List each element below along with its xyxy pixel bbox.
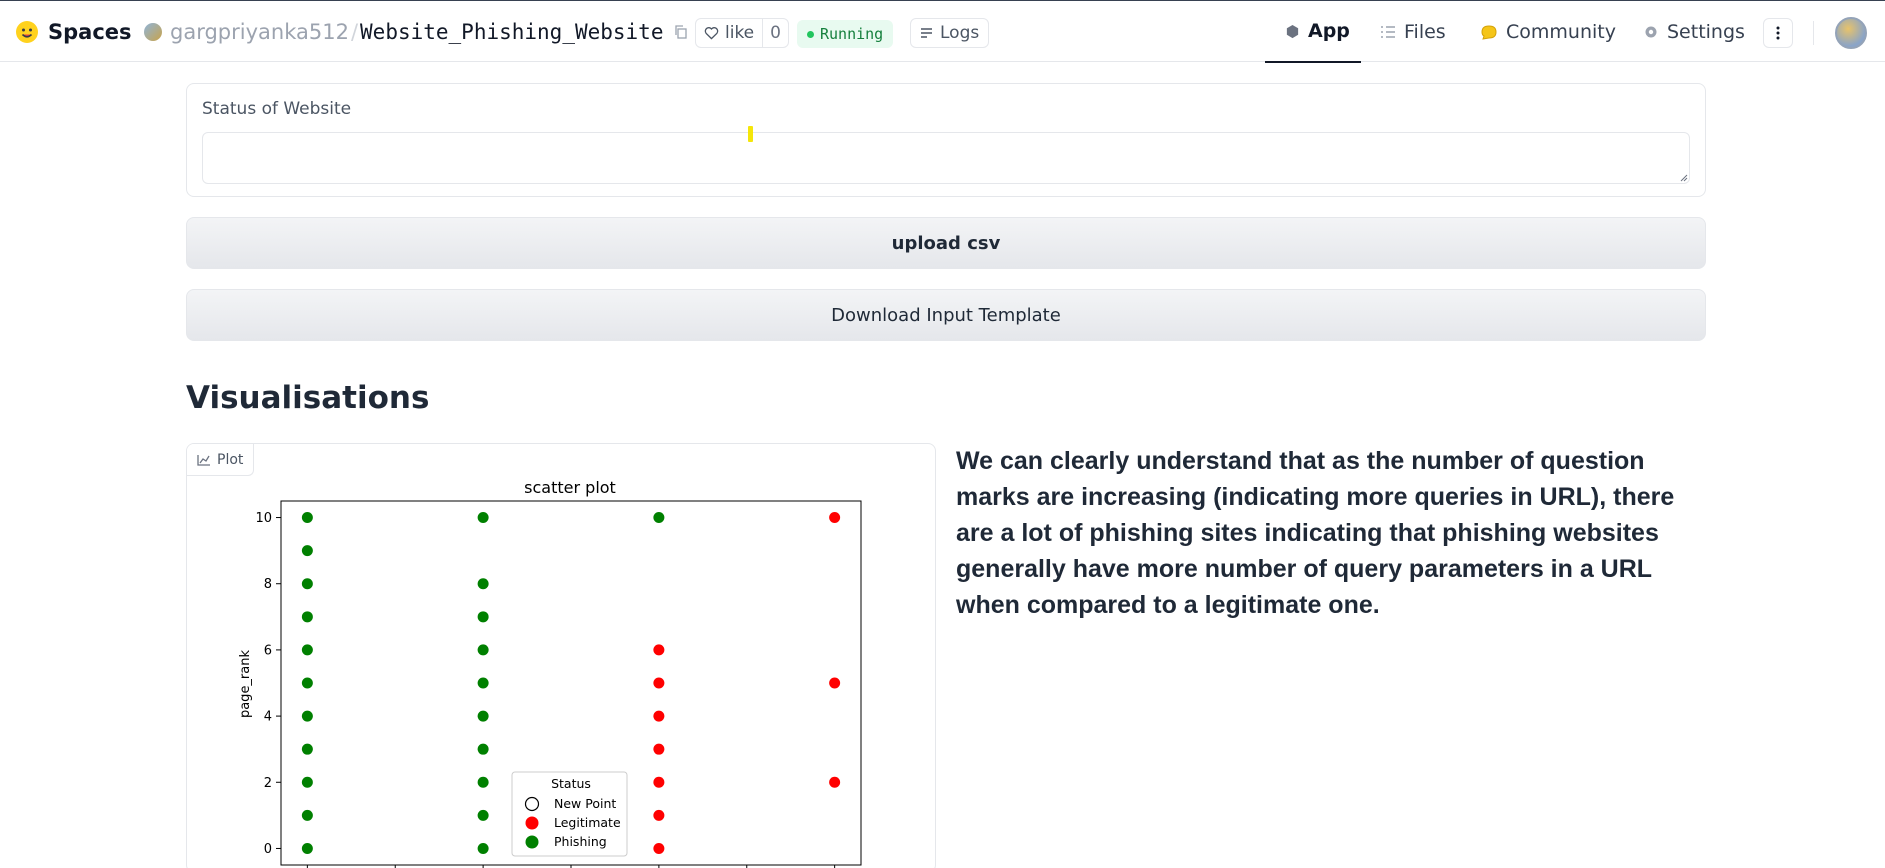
phishing-point <box>653 512 665 524</box>
phishing-point <box>301 776 313 788</box>
spaces-brand-link[interactable]: Spaces <box>14 19 132 45</box>
download-input-template-button[interactable]: Download Input Template <box>186 289 1706 341</box>
owner-avatar <box>144 23 162 41</box>
legitimate-point <box>653 710 665 722</box>
legitimate-point <box>829 512 841 524</box>
y-tick-label: 10 <box>255 511 272 526</box>
tab-settings[interactable]: Settings <box>1643 1 1745 63</box>
legend-legitimate-marker <box>525 816 539 830</box>
tab-community-label: Community <box>1506 21 1616 43</box>
phishing-point <box>477 578 489 590</box>
phishing-point <box>301 710 313 722</box>
files-icon <box>1381 26 1395 38</box>
chart-title: scatter plot <box>524 478 616 497</box>
cube-icon <box>1286 24 1299 38</box>
tab-files[interactable]: Files <box>1380 1 1446 63</box>
chart-legend: Status New Point Legitimate Phishing <box>511 771 628 857</box>
chart-icon <box>197 454 210 466</box>
logs-label: Logs <box>940 23 980 43</box>
phishing-point <box>301 644 313 656</box>
phishing-point <box>477 710 489 722</box>
like-button[interactable]: like 0 <box>695 18 789 48</box>
tab-community[interactable]: Community <box>1480 1 1616 63</box>
phishing-point <box>301 512 313 524</box>
hugging-face-logo-icon <box>16 21 38 43</box>
phishing-point <box>301 809 313 821</box>
legitimate-point <box>653 743 665 755</box>
plot-container: scatter plot 0 2 4 6 8 10 page_rank Status Ne… <box>186 443 936 868</box>
phishing-point <box>477 677 489 689</box>
tab-app-label: App <box>1308 20 1350 42</box>
legend-phishing-marker <box>525 835 539 849</box>
gear-icon <box>1645 26 1657 38</box>
phishing-point <box>301 545 313 557</box>
user-avatar[interactable] <box>1835 17 1867 49</box>
phishing-point <box>477 809 489 821</box>
community-icon <box>1481 25 1497 40</box>
status-badge-label: Running <box>820 25 884 43</box>
tab-settings-label: Settings <box>1667 21 1745 43</box>
owner-link[interactable]: gargpriyanka512 <box>170 20 349 44</box>
phishing-point <box>301 611 313 623</box>
breadcrumb-separator: / <box>350 20 359 44</box>
legitimate-point <box>829 776 841 788</box>
legitimate-point <box>653 677 665 689</box>
legitimate-point <box>653 776 665 788</box>
running-dot-icon <box>807 30 814 38</box>
phishing-point <box>301 677 313 689</box>
y-tick-label: 0 <box>264 842 272 857</box>
legitimate-point <box>653 809 665 821</box>
status-of-website-panel: Status of Website <box>186 83 1706 197</box>
tab-app[interactable]: App <box>1265 1 1361 63</box>
phishing-point <box>301 743 313 755</box>
heart-icon <box>704 27 719 40</box>
legitimate-point <box>653 644 665 656</box>
y-tick-label: 2 <box>264 776 272 791</box>
y-tick-label: 6 <box>264 643 272 658</box>
status-of-website-textarea[interactable] <box>202 132 1690 184</box>
legend-phishing-label: Phishing <box>554 834 607 849</box>
y-tick-label: 8 <box>264 577 272 592</box>
status-of-website-label: Status of Website <box>202 99 352 119</box>
phishing-point <box>477 776 489 788</box>
visualisations-heading: Visualisations <box>186 380 430 416</box>
y-axis-label: page_rank <box>238 650 253 719</box>
legend-legitimate-label: Legitimate <box>554 815 621 830</box>
phishing-point <box>477 842 489 854</box>
copy-icon[interactable] <box>673 24 689 40</box>
brand-name: Spaces <box>48 20 132 44</box>
phishing-point <box>477 743 489 755</box>
legend-new-point-marker <box>524 796 540 812</box>
status-badge[interactable]: Running <box>797 20 894 48</box>
header-divider <box>1813 21 1814 45</box>
phishing-point <box>301 578 313 590</box>
logs-button[interactable]: Logs <box>910 18 990 48</box>
phishing-point <box>477 512 489 524</box>
phishing-point <box>301 842 313 854</box>
plot-tab-text: Plot <box>217 451 244 468</box>
like-label: like <box>725 23 755 43</box>
legend-new-point-label: New Point <box>554 796 616 811</box>
legend-title: Status <box>551 776 591 791</box>
scatter-plot-chart: scatter plot 0 2 4 6 8 10 page_rank Status Ne… <box>238 478 862 868</box>
phishing-point <box>477 644 489 656</box>
phishing-point <box>477 611 489 623</box>
like-label-group: like <box>696 19 762 47</box>
y-tick-label: 4 <box>264 710 272 725</box>
like-count: 0 <box>762 19 788 47</box>
y-axis: 0 2 4 6 8 10 <box>255 511 281 857</box>
legitimate-point <box>653 842 665 854</box>
top-navigation-bar: Spaces gargpriyanka512 / Website_Phishin… <box>0 0 1885 63</box>
repo-name-link[interactable]: Website_Phishing_Website <box>360 20 663 44</box>
visualisation-description: We can clearly understand that as the nu… <box>956 447 1675 619</box>
plot-tab-label: Plot <box>187 444 255 476</box>
legitimate-point <box>829 677 841 689</box>
more-options-button[interactable] <box>1763 18 1793 48</box>
upload-csv-button[interactable]: upload csv <box>186 217 1706 269</box>
vertical-dots-icon <box>1776 26 1780 40</box>
repo-breadcrumb: gargpriyanka512 / Website_Phishing_Websi… <box>144 20 689 44</box>
logs-icon <box>921 28 932 38</box>
tab-files-label: Files <box>1404 21 1446 43</box>
